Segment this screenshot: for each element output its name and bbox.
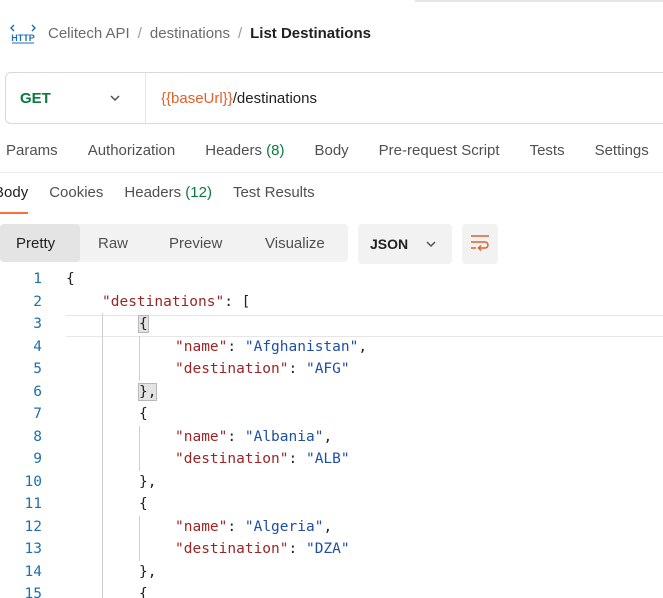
view-preview-button[interactable]: Preview: [150, 224, 246, 262]
code-line: "name": "Afghanistan",: [175, 339, 368, 355]
response-tab-cookies[interactable]: Cookies: [49, 184, 103, 214]
line-number: 5: [33, 361, 42, 377]
line-number: 7: [33, 406, 42, 422]
code-line: {: [66, 271, 75, 287]
tab-tests[interactable]: Tests: [530, 142, 565, 166]
breadcrumb-separator: /: [237, 24, 243, 42]
line-number: 8: [33, 429, 42, 445]
tab-headers[interactable]: Headers (8): [205, 142, 284, 166]
svg-text:HTTP: HTTP: [11, 33, 35, 43]
active-line-highlight: [66, 315, 663, 337]
format-select[interactable]: JSON: [358, 224, 452, 264]
code-line: {: [139, 406, 148, 422]
line-number: 12: [24, 519, 42, 535]
tab-pre-request-script[interactable]: Pre-request Script: [379, 142, 500, 166]
code-line: {: [139, 586, 148, 598]
indent-guide: [139, 426, 140, 471]
line-number: 9: [33, 451, 42, 467]
indent-guide: [102, 313, 103, 598]
line-number: 3: [33, 316, 42, 332]
code-line: "name": "Albania",: [175, 429, 333, 445]
method-select[interactable]: GET: [6, 73, 146, 123]
http-icon: HTTP: [10, 22, 36, 44]
response-tab-test-results[interactable]: Test Results: [233, 184, 315, 214]
url-path: /destinations: [232, 89, 317, 107]
code-line: "destination": "DZA": [175, 541, 350, 557]
tab-params[interactable]: Params: [6, 142, 58, 166]
code-line: "name": "Algeria",: [175, 519, 333, 535]
chevron-down-icon: [108, 91, 122, 105]
code-line: "destinations": [: [102, 294, 251, 310]
line-number: 2: [33, 294, 42, 310]
breadcrumb-collection[interactable]: Celitech API: [48, 25, 130, 42]
code-line: },: [139, 474, 157, 490]
line-number: 14: [24, 564, 42, 580]
breadcrumb: HTTP Celitech API / destinations / List …: [10, 20, 371, 46]
headers-count: (8): [266, 142, 285, 159]
line-number: 13: [24, 541, 42, 557]
url-input[interactable]: {{baseUrl}}/destinations: [146, 90, 317, 107]
request-tabs: Params Authorization Headers (8) Body Pr…: [6, 142, 663, 166]
line-number: 11: [24, 496, 42, 512]
code-line: {: [139, 496, 148, 512]
line-number: 1: [33, 271, 42, 287]
request-url-bar: GET {{baseUrl}}/destinations: [5, 72, 663, 124]
breadcrumb-folder[interactable]: destinations: [150, 25, 230, 42]
response-headers-count: (12): [185, 184, 212, 201]
code-line: },: [137, 383, 158, 401]
view-raw-button[interactable]: Raw: [80, 224, 150, 262]
code-line: "destination": "AFG": [175, 361, 350, 377]
tab-authorization[interactable]: Authorization: [88, 142, 176, 166]
tab-settings[interactable]: Settings: [595, 142, 649, 166]
view-pretty-button[interactable]: Pretty: [0, 224, 80, 262]
line-number: 4: [33, 339, 42, 355]
line-number: 15: [24, 586, 42, 598]
matched-bracket: {: [138, 315, 149, 333]
code-line: "destination": "ALB": [175, 451, 350, 467]
divider: [0, 172, 663, 173]
view-visualize-button[interactable]: Visualize: [246, 224, 346, 262]
code-line: },: [139, 564, 157, 580]
response-tab-body[interactable]: Body: [0, 184, 29, 214]
url-variable: {{baseUrl}}: [161, 89, 233, 107]
breadcrumb-separator: /: [137, 24, 142, 42]
line-number: 10: [24, 474, 42, 490]
tab-strip-line: [415, 0, 633, 2]
indent-guide: [139, 516, 140, 561]
chevron-down-icon: [424, 237, 438, 251]
line-number: 6: [33, 384, 42, 400]
wrap-lines-icon: [470, 233, 490, 256]
request-name[interactable]: List Destinations: [250, 25, 371, 42]
view-mode-toggle: Pretty Raw Preview Visualize: [0, 224, 348, 262]
response-tab-headers[interactable]: Headers (12): [124, 184, 212, 214]
method-label: GET: [20, 89, 51, 107]
code-line: {: [138, 315, 149, 333]
indent-guide: [139, 336, 140, 381]
wrap-lines-button[interactable]: [462, 224, 498, 264]
response-tabs: Body Cookies Headers (12) Test Results: [0, 184, 336, 214]
tab-strip-line: [633, 0, 663, 2]
format-label: JSON: [370, 236, 409, 252]
matched-bracket: },: [137, 383, 158, 401]
response-body-editor[interactable]: 1 2 3 4 5 6 7 8 9 10 11 12 13 14 15 { "d…: [0, 268, 663, 598]
tab-body[interactable]: Body: [314, 142, 348, 166]
